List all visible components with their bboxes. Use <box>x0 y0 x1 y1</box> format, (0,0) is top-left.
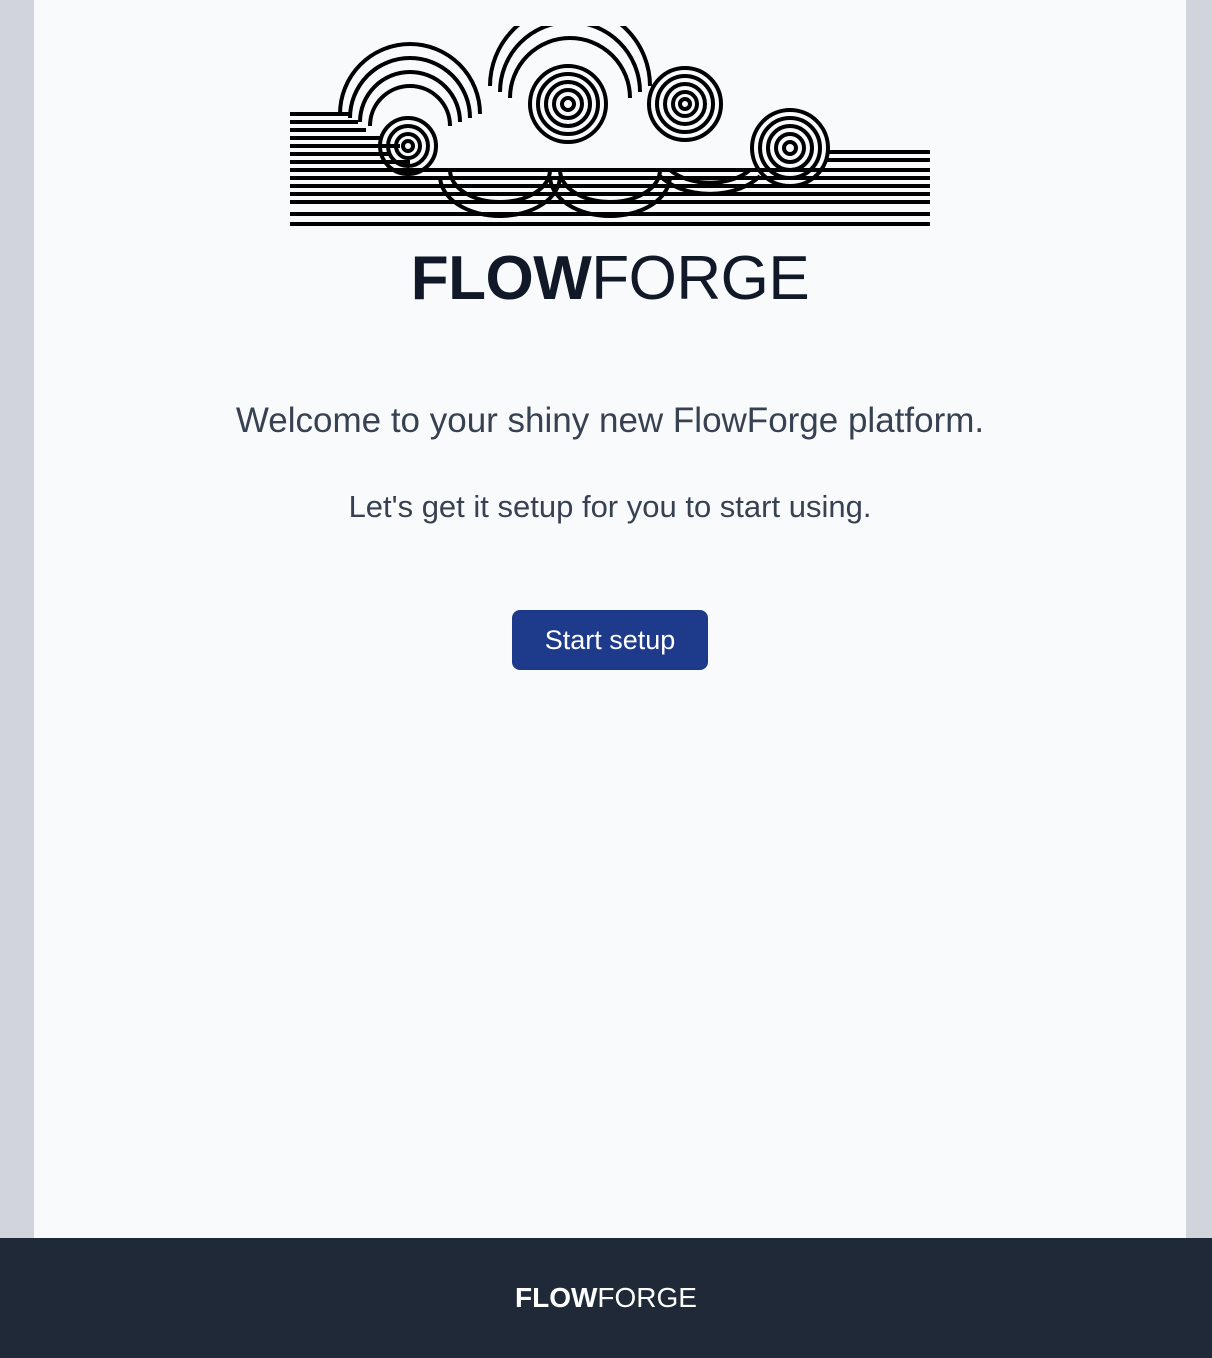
footer: FLOWFORGE <box>0 1238 1212 1358</box>
welcome-subtext: Let's get it setup for you to start usin… <box>348 489 872 524</box>
brand-word-bold: FLOW <box>410 244 592 313</box>
flowforge-cloud-logo-icon <box>290 26 930 226</box>
start-setup-button[interactable]: Start setup <box>512 610 708 670</box>
welcome-headline: Welcome to your shiny new FlowForge plat… <box>235 401 985 440</box>
footer-word-bold: FLOW <box>515 1282 598 1313</box>
brand-word-light: FORGE <box>591 244 810 313</box>
main-panel: FLOWFORGE Welcome to your shiny new Flow… <box>34 0 1186 1238</box>
brand-wordmark: FLOWFORGE <box>34 246 1186 312</box>
footer-word-light: FORGE <box>597 1282 697 1313</box>
footer-wordmark: FLOWFORGE <box>0 1282 1212 1314</box>
